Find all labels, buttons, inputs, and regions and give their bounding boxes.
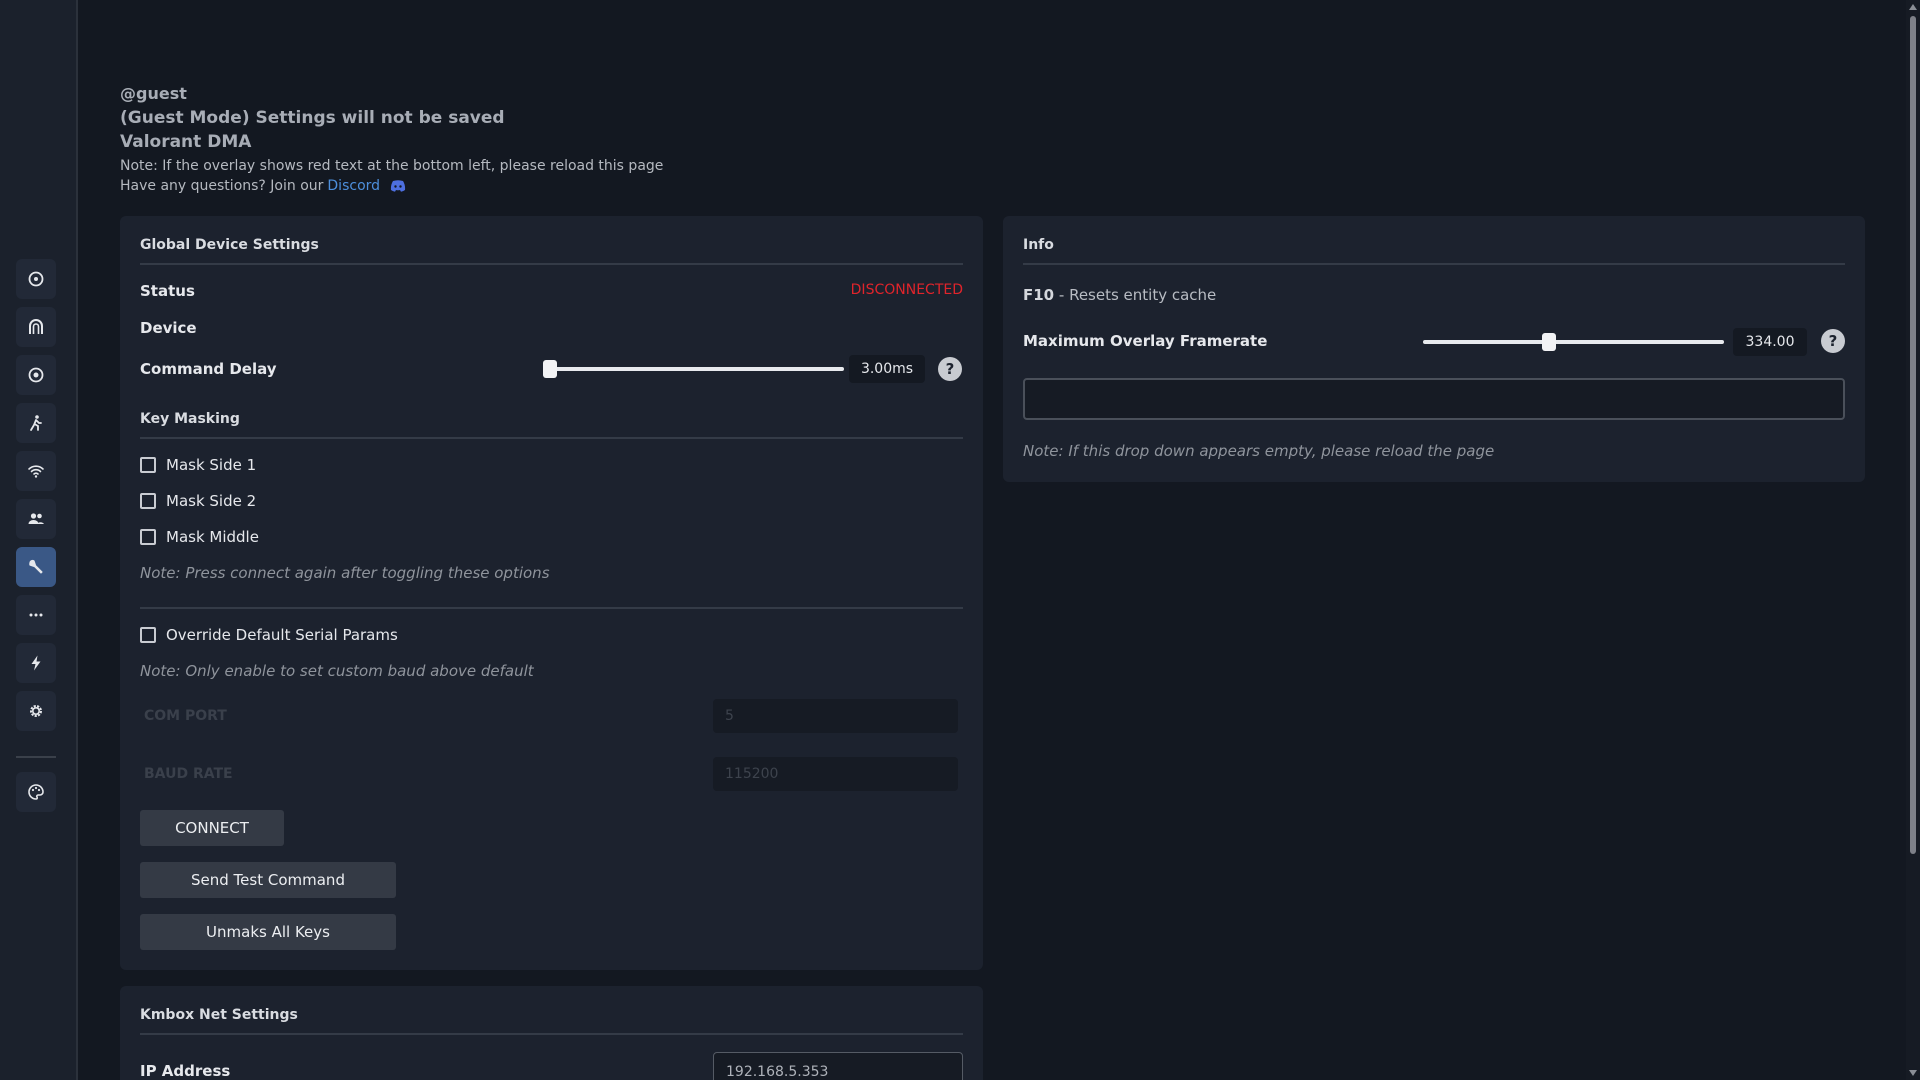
framerate-slider[interactable] — [1423, 340, 1724, 344]
masking-note: Note: Press connect again after toggling… — [140, 564, 550, 582]
gear-icon — [30, 705, 42, 717]
divider — [1023, 263, 1845, 265]
unmask-all-keys-button[interactable]: Unmaks All Keys — [140, 914, 396, 950]
sidebar-item-theme[interactable] — [16, 772, 56, 812]
baud-rate-label: BAUD RATE — [144, 766, 233, 782]
wrench-icon — [29, 559, 43, 574]
sidebar-divider — [16, 756, 56, 758]
status-value: DISCONNECTED — [850, 282, 963, 298]
f10-hotkey-text: F10 - Resets entity cache — [1023, 286, 1216, 304]
discord-icon[interactable] — [390, 180, 406, 192]
com-port-input[interactable]: 5 — [713, 699, 958, 733]
mask-side1-row[interactable]: Mask Side 1 — [140, 456, 256, 474]
users-icon — [28, 513, 44, 524]
scroll-down-arrow-icon[interactable] — [1909, 1070, 1917, 1076]
palette-icon — [28, 784, 44, 800]
info-panel: Info F10 - Resets entity cache Maximum O… — [1003, 216, 1865, 482]
sidebar-item-crosshair[interactable] — [16, 259, 56, 299]
sidebar-item-target[interactable] — [16, 355, 56, 395]
overlay-note: Note: If the overlay shows red text at t… — [120, 158, 664, 174]
help-icon[interactable]: ? — [938, 357, 962, 381]
mask-side2-label: Mask Side 2 — [166, 492, 257, 510]
bolt-icon — [31, 655, 41, 671]
questions-line: Have any questions? Join our Discord — [120, 176, 663, 196]
scroll-up-arrow-icon[interactable] — [1909, 4, 1917, 10]
mask-side1-label: Mask Side 1 — [166, 456, 257, 474]
page-header: @guest (Guest Mode) Settings will not be… — [120, 82, 663, 196]
sidebar-item-more[interactable] — [16, 595, 56, 635]
overlay-dropdown[interactable] — [1023, 378, 1845, 420]
mask-middle-label: Mask Middle — [166, 528, 259, 546]
sidebar-item-power[interactable] — [16, 643, 56, 683]
ellipsis-icon — [29, 613, 43, 617]
person-running-icon — [30, 415, 42, 431]
status-label: Status — [140, 282, 195, 300]
divider — [140, 1033, 963, 1035]
mask-middle-checkbox[interactable] — [140, 529, 156, 545]
f10-description: - Resets entity cache — [1054, 286, 1217, 304]
panel-title: Kmbox Net Settings — [140, 1007, 298, 1023]
com-port-label: COM PORT — [144, 708, 227, 724]
f10-key: F10 — [1023, 286, 1055, 304]
help-icon[interactable]: ? — [1821, 329, 1845, 353]
framerate-slider-thumb[interactable] — [1542, 333, 1557, 351]
device-label: Device — [140, 319, 197, 337]
global-device-settings-panel: Global Device Settings Status DISCONNECT… — [120, 216, 983, 970]
command-delay-label: Command Delay — [140, 360, 277, 378]
dropdown-note: Note: If this drop down appears empty, p… — [1023, 442, 1495, 460]
connect-button[interactable]: CONNECT — [140, 810, 284, 846]
framerate-value: 334.00 — [1733, 328, 1807, 356]
sidebar-item-settings[interactable] — [16, 691, 56, 731]
ip-address-label: IP Address — [140, 1062, 231, 1080]
command-delay-slider[interactable] — [544, 367, 844, 371]
baud-rate-input[interactable]: 115200 — [713, 757, 958, 791]
sidebar-item-players[interactable] — [16, 499, 56, 539]
page-scrollbar[interactable] — [1906, 0, 1920, 1080]
panel-title: Info — [1023, 237, 1054, 253]
scrollbar-thumb[interactable] — [1910, 16, 1916, 854]
framerate-label: Maximum Overlay Framerate — [1023, 332, 1268, 350]
mask-middle-row[interactable]: Mask Middle — [140, 528, 259, 546]
game-title: Valorant DMA — [120, 132, 252, 152]
username: @guest — [120, 84, 187, 103]
questions-prefix: Have any questions? Join our — [120, 178, 324, 194]
command-delay-slider-thumb[interactable] — [543, 360, 557, 378]
crosshair-icon — [28, 271, 44, 287]
mask-side1-checkbox[interactable] — [140, 457, 156, 473]
kmbox-net-settings-panel: Kmbox Net Settings IP Address 192.168.5.… — [120, 986, 983, 1080]
sidebar-item-network[interactable] — [16, 451, 56, 491]
magnet-icon — [29, 319, 43, 334]
mask-side2-row[interactable]: Mask Side 2 — [140, 492, 256, 510]
target-icon — [28, 367, 44, 383]
override-row[interactable]: Override Default Serial Params — [140, 626, 398, 644]
key-masking-title: Key Masking — [140, 411, 240, 427]
command-delay-value: 3.00ms — [849, 355, 925, 383]
divider — [140, 263, 963, 265]
divider — [140, 607, 963, 609]
divider — [140, 437, 963, 439]
discord-link[interactable]: Discord — [327, 176, 380, 196]
override-serial-label: Override Default Serial Params — [166, 626, 398, 644]
sidebar — [0, 0, 78, 1080]
guest-mode-warning: (Guest Mode) Settings will not be saved — [120, 108, 505, 128]
sidebar-item-magnet[interactable] — [16, 307, 56, 347]
send-test-command-button[interactable]: Send Test Command — [140, 862, 396, 898]
override-note: Note: Only enable to set custom baud abo… — [140, 662, 534, 680]
sidebar-item-movement[interactable] — [16, 403, 56, 443]
ip-address-input[interactable]: 192.168.5.353 — [713, 1052, 963, 1080]
wifi-icon — [28, 465, 44, 478]
panel-title: Global Device Settings — [140, 237, 319, 253]
sidebar-item-device[interactable] — [16, 547, 56, 587]
override-serial-checkbox[interactable] — [140, 627, 156, 643]
mask-side2-checkbox[interactable] — [140, 493, 156, 509]
